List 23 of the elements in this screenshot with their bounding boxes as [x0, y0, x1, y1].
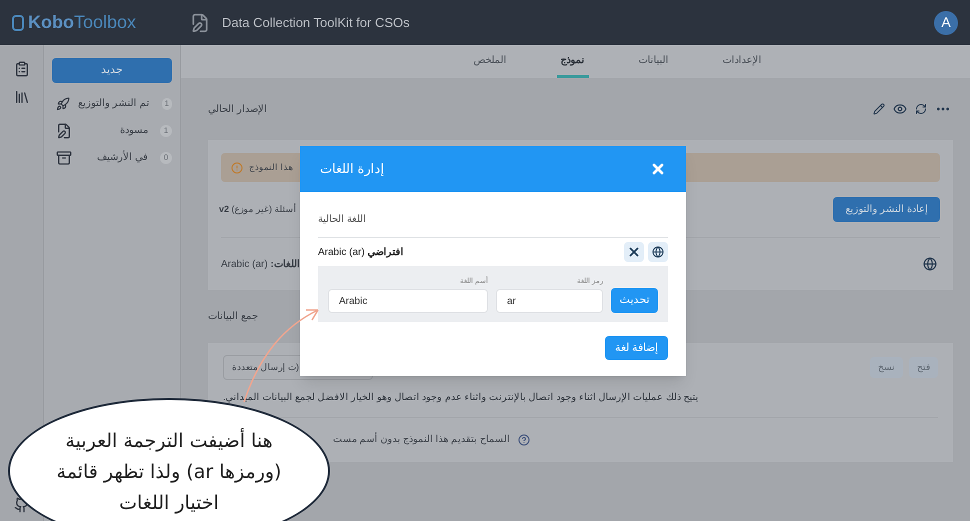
dialog-title: إدارة اللغات [320, 160, 385, 178]
new-button[interactable]: جديد [52, 58, 172, 83]
logo: KoboToolbox [28, 11, 136, 34]
action-button[interactable]: فتح [909, 357, 938, 378]
add-language-button[interactable]: إضافة لغة [604, 336, 668, 360]
tab[interactable]: نموذج [556, 45, 588, 78]
section-heading: الإصدار الحالي [208, 102, 267, 116]
tab[interactable]: البيانات [634, 45, 672, 78]
description-text: يتيح ذلك عمليات الإرسال اثناء وجود اتصال بالإنترنت واثناء عدم وجود اتصال وهو الخيار الافضل لجمع البيانات الميداني. [223, 391, 699, 406]
redeploy-button[interactable]: إعادة النشر والتوزيع [833, 197, 940, 222]
input-field[interactable]: ar [496, 289, 603, 313]
input-field[interactable]: Arabic [328, 289, 488, 313]
update-button[interactable]: تحديث [611, 288, 658, 313]
project-title: Data Collection ToolKit for CSOs [222, 14, 410, 32]
action-button[interactable]: نسخ [870, 357, 903, 378]
field-label: اللغة الحالية [318, 212, 668, 238]
tab[interactable]: الملخص [470, 45, 510, 78]
tab[interactable]: الإعدادات [718, 45, 766, 78]
section-heading: جمع البيانات [208, 310, 258, 324]
annotation-text: هنا أضيفت الترجمة العربية (ورمزها ar) ولذا تظهر قائمة اختيار اللغات [56, 427, 282, 516]
avatar[interactable]: A [934, 10, 958, 34]
option-text: السماح بتقديم هذا النموذج بدون أسم مست [333, 432, 510, 447]
warning-text: هذا النموذج [249, 161, 294, 174]
